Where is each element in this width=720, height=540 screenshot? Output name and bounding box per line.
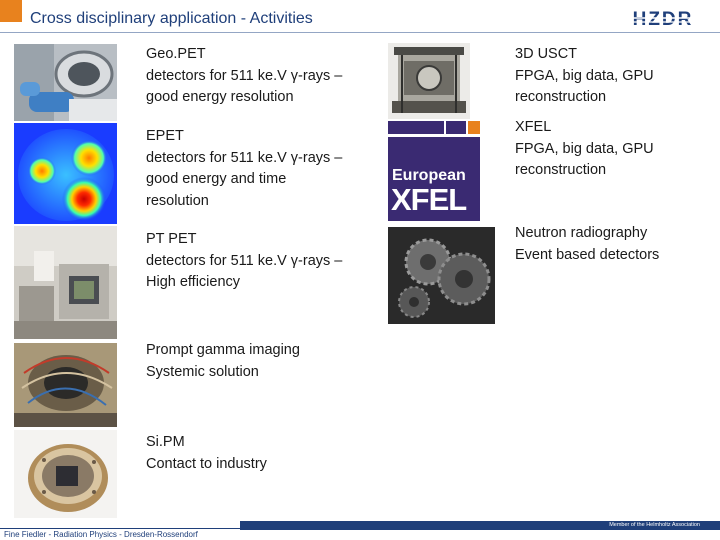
item-xfel: XFEL FPGA, big data, GPU reconstruction <box>515 117 654 182</box>
sipm-photo <box>14 430 117 518</box>
neutron-radiography-image <box>388 227 495 324</box>
hzdr-logo: HZDR <box>616 9 710 29</box>
accent-square <box>0 0 22 22</box>
item-ptpet-line1: detectors for 511 ke.V γ-rays – <box>146 252 343 269</box>
item-sipm-title: Si.PM <box>146 434 185 450</box>
item-usct-title: 3D USCT <box>515 46 578 62</box>
item-epet: EPET detectors for 511 ke.V γ-rays – goo… <box>146 126 342 212</box>
item-usct: 3D USCT FPGA, big data, GPU reconstructi… <box>515 44 654 109</box>
prompt-gamma-photo <box>14 343 117 427</box>
item-usct-line1: FPGA, big data, GPU <box>515 67 654 84</box>
item-sipm: Si.PM Contact to industry <box>146 432 267 475</box>
geopet-photo <box>14 44 117 121</box>
item-prompt-gamma-line1: Systemic solution <box>146 363 259 380</box>
page-title: Cross disciplinary application - Activit… <box>30 10 313 27</box>
item-neutron: Neutron radiography Event based detector… <box>515 223 659 266</box>
title-divider <box>0 32 720 33</box>
item-sipm-line1: Contact to industry <box>146 455 267 472</box>
xfel-logo-line2: XFEL <box>391 182 467 217</box>
item-epet-line2: good energy and time <box>146 171 287 187</box>
item-prompt-gamma-title: Prompt gamma imaging <box>146 342 300 358</box>
item-prompt-gamma: Prompt gamma imaging Systemic solution <box>146 340 300 383</box>
epet-heatmap <box>14 123 117 224</box>
item-neutron-title: Neutron radiography <box>515 225 648 241</box>
item-usct-line2: reconstruction <box>515 89 607 105</box>
item-ptpet: PT PET detectors for 511 ke.V γ-rays – H… <box>146 229 342 294</box>
item-epet-line1: detectors for 511 ke.V γ-rays – <box>146 149 343 166</box>
item-epet-line3: resolution <box>146 192 209 209</box>
item-neutron-line1: Event based detectors <box>515 246 660 263</box>
item-geopet-line2: good energy resolution <box>146 89 294 105</box>
item-epet-title: EPET <box>146 128 184 144</box>
item-geopet-title: Geo.PET <box>146 46 206 62</box>
footer-text: Fine Fiedler - Radiation Physics - Dresd… <box>4 530 198 539</box>
item-ptpet-line2: High efficiency <box>146 274 241 290</box>
xfel-logo: European XFEL <box>388 121 480 221</box>
item-xfel-line1: FPGA, big data, GPU <box>515 140 654 157</box>
ptpet-photo <box>14 226 117 339</box>
member-text: Member of the Helmholtz Association <box>609 522 700 528</box>
item-geopet: Geo.PET detectors for 511 ke.V γ-rays – … <box>146 44 342 109</box>
item-ptpet-title: PT PET <box>146 231 197 247</box>
footer-left-line <box>0 528 240 529</box>
item-xfel-title: XFEL <box>515 119 552 135</box>
item-xfel-line2: reconstruction <box>515 162 607 178</box>
item-geopet-line1: detectors for 511 ke.V γ-rays – <box>146 67 343 84</box>
hzdr-logo-text: HZDR <box>633 9 694 29</box>
usct-photo <box>388 43 470 119</box>
